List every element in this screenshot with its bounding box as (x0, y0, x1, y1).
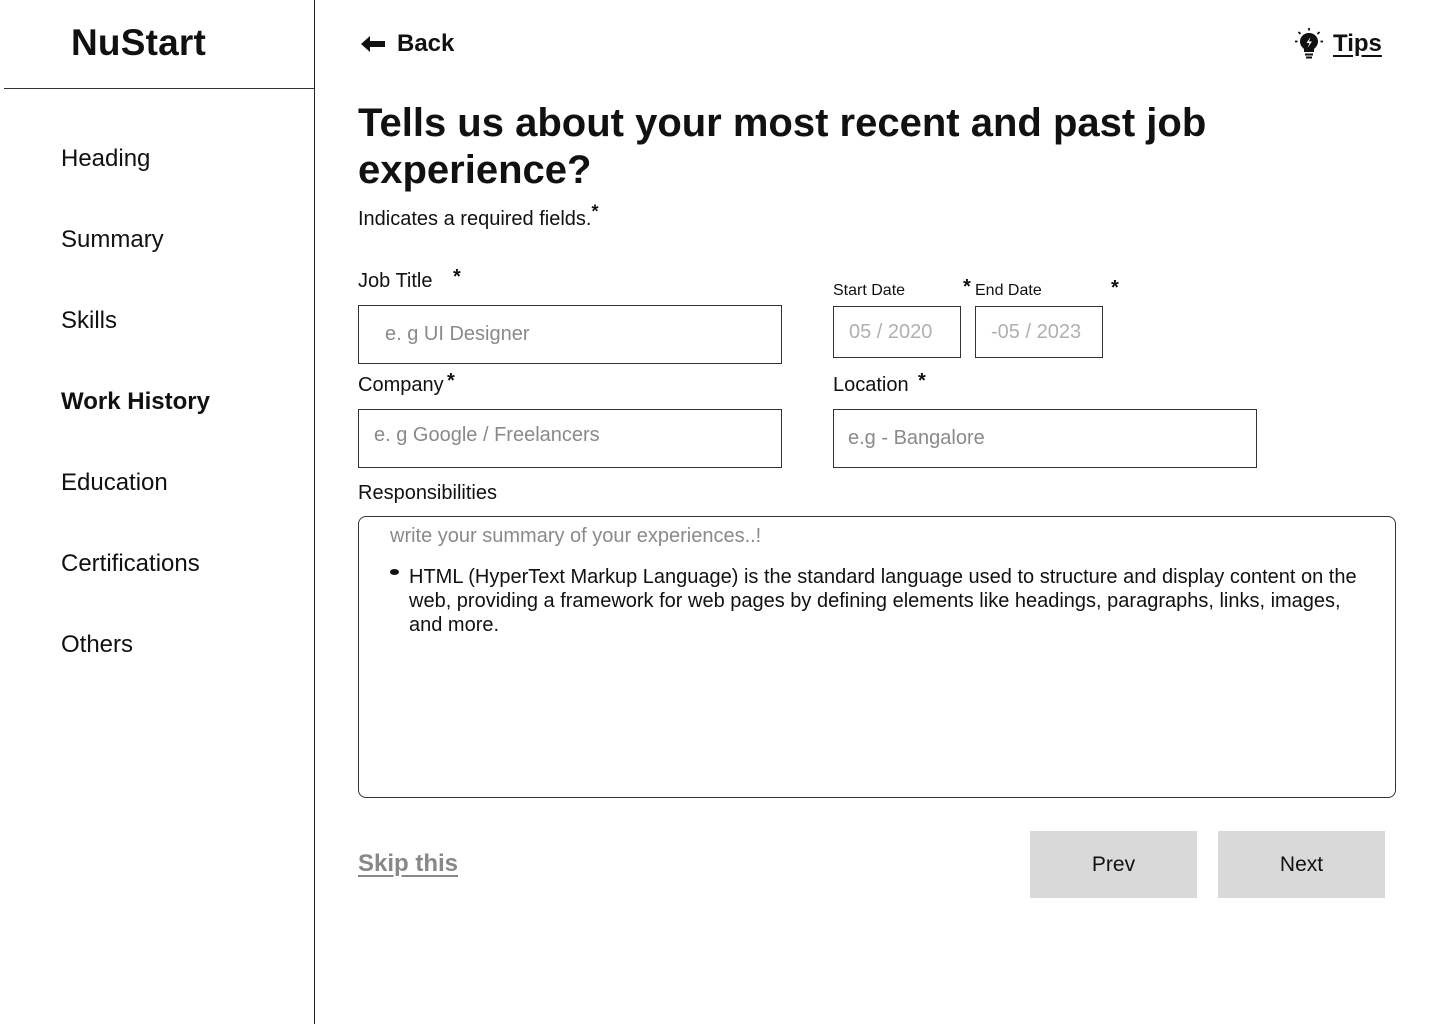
start-date-label: Start Date (833, 282, 906, 299)
responsibility-item[interactable]: HTML (HyperText Markup Language) is the … (409, 565, 1379, 637)
start-date-input[interactable] (849, 307, 960, 357)
location-field (833, 409, 1257, 468)
tips-link[interactable]: Tips (1295, 28, 1382, 60)
company-field (358, 409, 782, 468)
job-title-input[interactable] (385, 306, 781, 363)
sidebar-item-skills[interactable]: Skills (61, 307, 117, 335)
page-title: Tells us about your most recent and past… (358, 101, 1207, 192)
skip-link[interactable]: Skip this (358, 850, 458, 878)
brand-logo[interactable]: NuStart (71, 22, 206, 64)
responsibilities-label: Responsibilities (358, 482, 497, 504)
location-input[interactable] (848, 410, 1256, 467)
location-required-marker: * (918, 370, 926, 392)
sidebar-item-heading[interactable]: Heading (61, 145, 150, 173)
company-label: Company (358, 374, 444, 396)
required-note: Indicates a required fields.* (358, 202, 598, 231)
sidebar-item-summary[interactable]: Summary (61, 226, 164, 254)
sidebar-item-others[interactable]: Others (61, 631, 133, 659)
job-title-field (358, 305, 782, 364)
back-label: Back (397, 30, 455, 57)
company-input[interactable] (374, 410, 781, 461)
arrow-left-icon (361, 36, 385, 52)
end-date-required-marker: * (1111, 277, 1119, 299)
prev-button[interactable]: Prev (1030, 831, 1197, 898)
start-date-field (833, 306, 961, 358)
responsibilities-editor[interactable]: write your summary of your experiences..… (358, 516, 1396, 798)
end-date-label: End Date (975, 282, 1042, 299)
end-date-field (975, 306, 1103, 358)
sidebar-item-education[interactable]: Education (61, 469, 168, 497)
next-button[interactable]: Next (1218, 831, 1385, 898)
responsibilities-placeholder: write your summary of your experiences..… (390, 525, 762, 547)
sidebar-item-certifications[interactable]: Certifications (61, 550, 200, 578)
back-button[interactable]: Back (359, 30, 454, 58)
required-marker: * (591, 201, 599, 222)
start-date-required-marker: * (963, 276, 971, 298)
brand-header: NuStart (4, 0, 314, 89)
job-title-label: Job Title (358, 270, 433, 292)
company-required-marker: * (447, 370, 455, 392)
job-title-required-marker: * (453, 266, 461, 288)
lightbulb-icon (1295, 28, 1323, 59)
bullet-icon (390, 569, 399, 575)
location-label: Location (833, 374, 909, 396)
sidebar: NuStart Heading Summary Skills Work Hist… (0, 0, 315, 1024)
end-date-input[interactable] (991, 307, 1102, 357)
required-note-text: Indicates a required fields. (358, 208, 592, 230)
sidebar-item-work-history[interactable]: Work History (61, 388, 210, 416)
tips-label: Tips (1333, 30, 1382, 57)
